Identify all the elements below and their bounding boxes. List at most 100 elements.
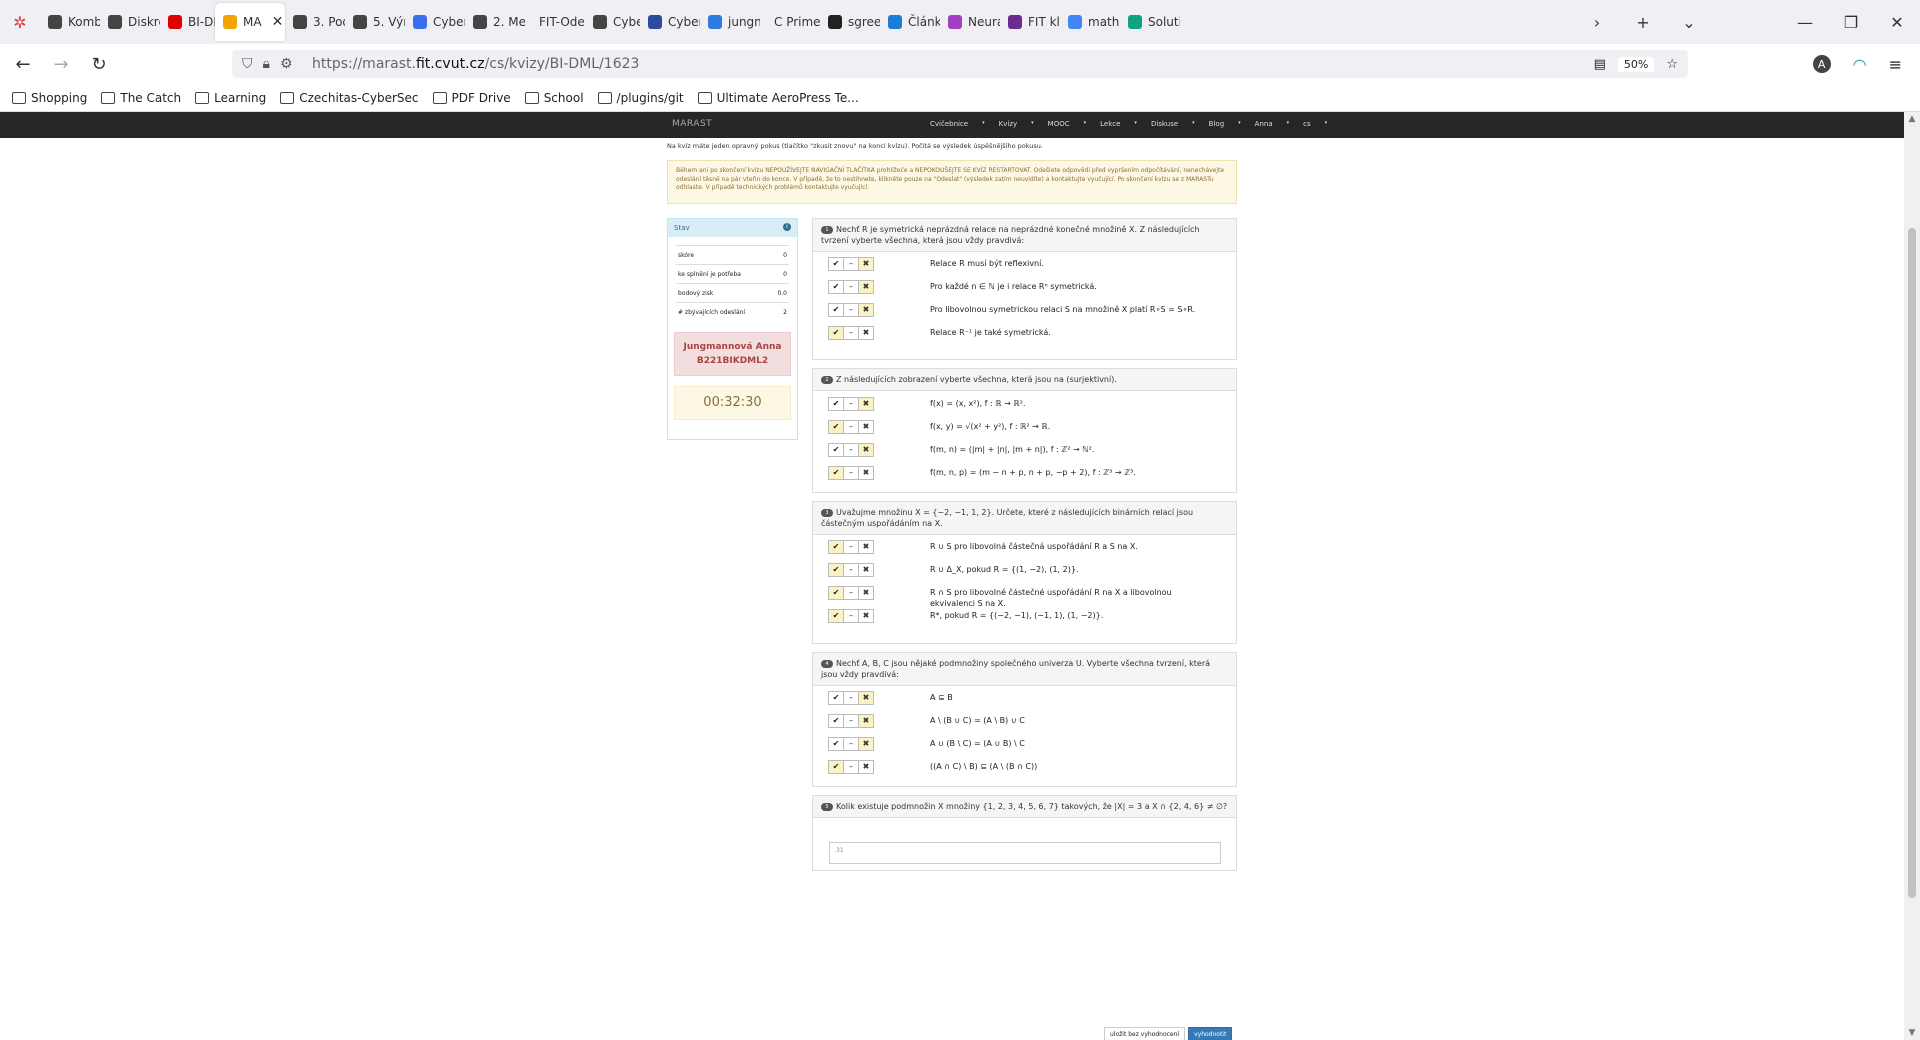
site-menu-item[interactable]: Anna bbox=[1255, 120, 1273, 128]
neutral-button[interactable]: – bbox=[843, 303, 859, 317]
neutral-button[interactable]: – bbox=[843, 737, 859, 751]
neutral-button[interactable]: – bbox=[843, 257, 859, 271]
neutral-button[interactable]: – bbox=[843, 609, 859, 623]
info-icon[interactable]: i bbox=[783, 223, 791, 231]
lock-icon[interactable]: 🔒︎ bbox=[263, 56, 270, 72]
browser-tab[interactable]: sgreer bbox=[820, 4, 880, 40]
browser-tab[interactable]: FIT kla bbox=[1000, 4, 1060, 40]
shield-icon[interactable]: ⛉ bbox=[242, 56, 253, 72]
true-button[interactable]: ✔ bbox=[828, 609, 844, 623]
zoom-level[interactable]: 50% bbox=[1617, 56, 1655, 72]
forward-icon[interactable]: → bbox=[46, 54, 76, 75]
true-button[interactable]: ✔ bbox=[828, 443, 844, 457]
true-button[interactable]: ✔ bbox=[828, 540, 844, 554]
true-button[interactable]: ✔ bbox=[828, 397, 844, 411]
save-without-evaluation-button[interactable]: uložit bez vyhodnocení bbox=[1104, 1027, 1186, 1040]
bookmark-item[interactable]: Czechitas-CyberSec bbox=[280, 91, 419, 105]
site-menu-item[interactable]: Lekce bbox=[1100, 120, 1120, 128]
neutral-button[interactable]: – bbox=[843, 760, 859, 774]
neutral-button[interactable]: – bbox=[843, 691, 859, 705]
false-button[interactable]: ✖ bbox=[858, 737, 874, 751]
neutral-button[interactable]: – bbox=[843, 326, 859, 340]
neutral-button[interactable]: – bbox=[843, 586, 859, 600]
true-button[interactable]: ✔ bbox=[828, 420, 844, 434]
false-button[interactable]: ✖ bbox=[858, 280, 874, 294]
neutral-button[interactable]: – bbox=[843, 397, 859, 411]
page-scrollbar[interactable]: ▲ ▼ bbox=[1904, 112, 1920, 1040]
true-button[interactable]: ✔ bbox=[828, 280, 844, 294]
true-button[interactable]: ✔ bbox=[828, 563, 844, 577]
close-window-icon[interactable]: ✕ bbox=[1874, 13, 1920, 32]
browser-tab[interactable]: mathe bbox=[1060, 4, 1120, 40]
browser-tab[interactable]: 3. Pod bbox=[285, 4, 345, 40]
false-button[interactable]: ✖ bbox=[858, 443, 874, 457]
answer-input[interactable]: 31 bbox=[829, 842, 1221, 864]
browser-tab[interactable]: 2. Me bbox=[465, 4, 525, 40]
app-grid-icon[interactable]: ✲ bbox=[0, 0, 40, 44]
true-button[interactable]: ✔ bbox=[828, 586, 844, 600]
true-button[interactable]: ✔ bbox=[828, 303, 844, 317]
back-icon[interactable]: ← bbox=[8, 54, 38, 75]
scroll-down-icon[interactable]: ▼ bbox=[1904, 1028, 1920, 1038]
evaluate-button[interactable]: vyhodnotit bbox=[1188, 1027, 1233, 1040]
site-menu-item[interactable]: Kvízy bbox=[999, 120, 1018, 128]
browser-tab[interactable]: C Primer F bbox=[760, 4, 820, 40]
browser-tab[interactable]: BI-DM bbox=[160, 4, 215, 40]
extension-icon[interactable]: ◠ bbox=[1853, 55, 1867, 74]
site-brand[interactable]: MARAST bbox=[672, 119, 712, 129]
browser-tab[interactable]: Diskré bbox=[100, 4, 160, 40]
browser-tab[interactable]: jungn bbox=[700, 4, 760, 40]
false-button[interactable]: ✖ bbox=[858, 540, 874, 554]
tab-list-icon[interactable]: ⌄ bbox=[1666, 13, 1712, 32]
bookmark-star-icon[interactable]: ☆ bbox=[1666, 57, 1678, 72]
bookmark-item[interactable]: School bbox=[524, 91, 584, 105]
reader-view-icon[interactable]: ▤ bbox=[1594, 57, 1606, 72]
bookmark-item[interactable]: PDF Drive bbox=[432, 91, 511, 105]
true-button[interactable]: ✔ bbox=[828, 466, 844, 480]
bookmark-item[interactable]: /plugins/git bbox=[597, 91, 684, 105]
false-button[interactable]: ✖ bbox=[858, 303, 874, 317]
false-button[interactable]: ✖ bbox=[858, 714, 874, 728]
url-bar[interactable]: ⛉ 🔒︎ ⚙ https://marast.fit.cvut.cz/cs/kvi… bbox=[232, 50, 1688, 78]
bookmark-item[interactable]: Learning bbox=[195, 91, 266, 105]
account-avatar[interactable]: A bbox=[1812, 55, 1831, 73]
browser-tab[interactable]: 5. Výr bbox=[345, 4, 405, 40]
new-tab-icon[interactable]: + bbox=[1620, 13, 1666, 32]
false-button[interactable]: ✖ bbox=[858, 563, 874, 577]
true-button[interactable]: ✔ bbox=[828, 737, 844, 751]
bookmark-item[interactable]: Ultimate AeroPress Te... bbox=[697, 91, 859, 105]
bookmark-item[interactable]: The Catch bbox=[101, 91, 181, 105]
browser-tab[interactable]: Komb bbox=[40, 4, 100, 40]
true-button[interactable]: ✔ bbox=[828, 326, 844, 340]
restore-icon[interactable]: ❐ bbox=[1828, 13, 1874, 32]
site-menu-item[interactable]: Cvičebnice bbox=[930, 120, 968, 128]
reload-icon[interactable]: ↻ bbox=[84, 54, 114, 75]
browser-tab[interactable]: Cyber bbox=[585, 4, 640, 40]
browser-tab[interactable]: Soluti bbox=[1120, 4, 1180, 40]
browser-tab[interactable]: Cyber bbox=[640, 4, 700, 40]
browser-tab[interactable]: Článk bbox=[880, 4, 940, 40]
browser-tab[interactable]: Cyber bbox=[405, 4, 465, 40]
true-button[interactable]: ✔ bbox=[828, 714, 844, 728]
bookmark-item[interactable]: Shopping bbox=[12, 91, 87, 105]
neutral-button[interactable]: – bbox=[843, 443, 859, 457]
false-button[interactable]: ✖ bbox=[858, 586, 874, 600]
site-menu-item[interactable]: Diskuse bbox=[1151, 120, 1178, 128]
site-menu-item[interactable]: MOOC bbox=[1048, 120, 1070, 128]
site-menu-item[interactable]: Blog bbox=[1209, 120, 1224, 128]
false-button[interactable]: ✖ bbox=[858, 420, 874, 434]
permissions-icon[interactable]: ⚙ bbox=[280, 56, 293, 72]
false-button[interactable]: ✖ bbox=[858, 760, 874, 774]
neutral-button[interactable]: – bbox=[843, 280, 859, 294]
false-button[interactable]: ✖ bbox=[858, 691, 874, 705]
true-button[interactable]: ✔ bbox=[828, 691, 844, 705]
browser-tab[interactable]: Neura bbox=[940, 4, 1000, 40]
neutral-button[interactable]: – bbox=[843, 540, 859, 554]
false-button[interactable]: ✖ bbox=[858, 466, 874, 480]
neutral-button[interactable]: – bbox=[843, 420, 859, 434]
neutral-button[interactable]: – bbox=[843, 714, 859, 728]
false-button[interactable]: ✖ bbox=[858, 257, 874, 271]
scroll-up-icon[interactable]: ▲ bbox=[1904, 114, 1920, 124]
false-button[interactable]: ✖ bbox=[858, 609, 874, 623]
false-button[interactable]: ✖ bbox=[858, 397, 874, 411]
